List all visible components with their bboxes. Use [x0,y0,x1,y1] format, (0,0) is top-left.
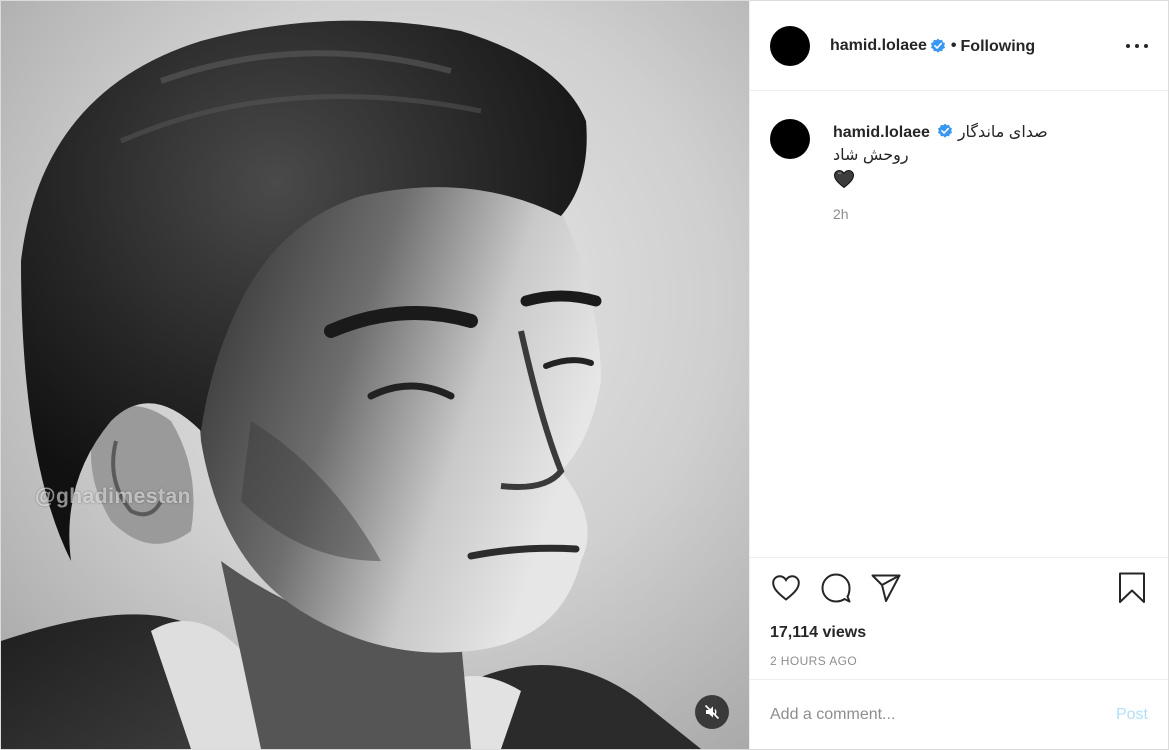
caption: hamid.lolaee صدای ماندگار روحش شاد 2h [770,119,1148,226]
following-button[interactable]: Following [961,38,1036,56]
comments-area: hamid.lolaee صدای ماندگار روحش شاد 2h [750,91,1168,557]
verified-badge-icon [930,38,945,53]
save-button[interactable] [1116,572,1148,604]
caption-username[interactable]: hamid.lolaee [833,124,930,141]
add-comment-bar: Post [750,679,1168,749]
caption-line-1: صدای ماندگار [957,124,1048,141]
portrait-photo [1,1,749,749]
more-options-icon[interactable] [1126,37,1148,55]
heart-icon [772,575,800,601]
post-comment-button[interactable]: Post [1116,706,1148,724]
header-username[interactable]: hamid.lolaee [830,37,927,55]
separator-dot: • [950,36,957,54]
post-actions: 17,114 views 2 HOURS AGO [750,557,1168,679]
caption-line-2: روحش شاد [833,147,909,164]
bookmark-icon [1119,572,1145,603]
like-button[interactable] [770,572,802,604]
post-side-panel: hamid.lolaee • Following hamid.lolaee صد… [749,1,1168,749]
paper-plane-icon [871,574,901,602]
comment-bubble-icon [821,573,851,603]
post-media[interactable]: @ghadimestan [1,1,749,749]
action-row [770,572,1148,604]
caption-avatar[interactable] [770,119,810,159]
comment-button[interactable] [820,572,852,604]
comment-input[interactable] [770,705,1106,724]
verified-badge-icon [938,123,953,138]
speaker-muted-icon [704,704,720,720]
views-count[interactable]: 17,114 views [770,624,1148,642]
black-heart-emoji [833,169,855,189]
posted-time[interactable]: 2 HOURS AGO [770,654,1148,668]
caption-body: hamid.lolaee صدای ماندگار روحش شاد 2h [833,119,1048,226]
mute-button[interactable] [695,695,729,729]
post-modal: @ghadimestan hamid.lolaee • Following ha… [0,0,1169,750]
avatar[interactable] [770,25,810,66]
share-button[interactable] [870,572,902,604]
caption-timestamp[interactable]: 2h [833,203,1048,226]
watermark-text: @ghadimestan [35,485,192,508]
post-header: hamid.lolaee • Following [750,1,1168,91]
